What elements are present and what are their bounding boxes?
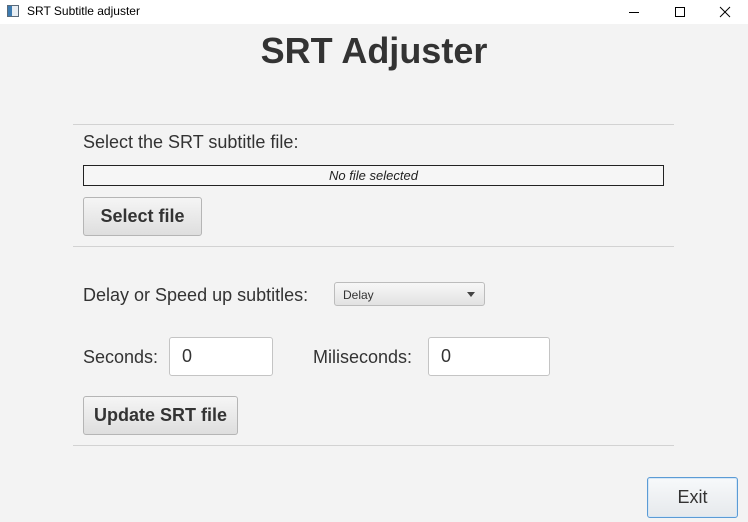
close-button[interactable] — [702, 0, 748, 24]
maximize-button[interactable] — [657, 0, 703, 24]
title-bar[interactable]: SRT Subtitle adjuster — [0, 0, 748, 24]
divider-middle — [73, 246, 674, 247]
minimize-button[interactable] — [611, 0, 657, 24]
minimize-icon — [629, 12, 639, 13]
maximize-icon — [675, 7, 685, 17]
window-title: SRT Subtitle adjuster — [27, 4, 140, 18]
milliseconds-input[interactable]: 0 — [428, 337, 550, 376]
mode-select-value: Delay — [343, 288, 374, 302]
milliseconds-label: Miliseconds: — [313, 347, 413, 367]
exit-button[interactable]: Exit — [647, 477, 738, 518]
divider-top — [73, 124, 674, 125]
app-window: SRT Subtitle adjuster SRT Adjuster Selec… — [0, 0, 748, 522]
page-title: SRT Adjuster — [260, 30, 488, 71]
select-file-button[interactable]: Select file — [83, 197, 202, 236]
app-icon — [7, 5, 19, 17]
chevron-down-icon — [467, 292, 475, 297]
file-select-label: Select the SRT subtitle file: — [83, 132, 299, 152]
update-srt-button[interactable]: Update SRT file — [83, 396, 238, 435]
divider-bottom — [73, 445, 674, 446]
seconds-input[interactable]: 0 — [169, 337, 273, 376]
close-icon — [719, 6, 731, 18]
mode-select[interactable]: Delay — [334, 282, 485, 306]
seconds-label: Seconds: — [83, 347, 159, 367]
mode-label: Delay or Speed up subtitles: — [83, 285, 309, 305]
file-status-field: No file selected — [83, 165, 664, 186]
